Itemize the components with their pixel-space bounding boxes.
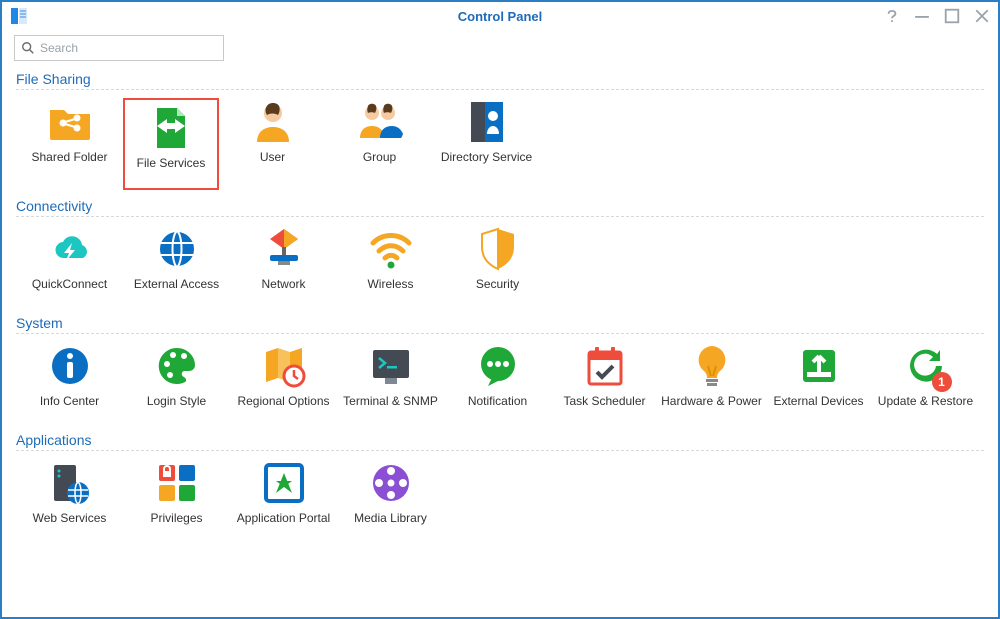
item-label: Shared Folder — [31, 150, 107, 180]
search-input[interactable] — [40, 41, 217, 55]
item-task-scheduler[interactable]: Task Scheduler — [551, 342, 658, 424]
item-label: Application Portal — [237, 511, 330, 541]
item-label: Login Style — [147, 394, 206, 424]
item-label: Hardware & Power — [661, 394, 762, 424]
control-panel-body: File Sharing Shared Folder File Services… — [2, 61, 998, 617]
connectivity-grid: QuickConnect External Access Network Wir… — [16, 219, 984, 307]
item-label: Notification — [468, 394, 527, 424]
item-terminal-snmp[interactable]: Terminal & SNMP — [337, 342, 444, 424]
film-reel-icon — [367, 459, 415, 507]
section-header-applications: Applications — [16, 432, 984, 451]
item-label: Update & Restore — [878, 394, 973, 424]
item-quickconnect[interactable]: QuickConnect — [16, 225, 123, 307]
wifi-icon — [367, 225, 415, 273]
item-media-library[interactable]: Media Library — [337, 459, 444, 541]
close-icon[interactable] — [974, 8, 990, 24]
item-label: User — [260, 150, 285, 180]
item-network[interactable]: Network — [230, 225, 337, 307]
item-notification[interactable]: Notification — [444, 342, 551, 424]
lightbulb-icon — [688, 342, 736, 390]
item-hardware-power[interactable]: Hardware & Power — [658, 342, 765, 424]
map-clock-icon — [260, 342, 308, 390]
item-file-services[interactable]: File Services — [123, 98, 219, 190]
applications-grid: Web Services Privileges Application Port… — [16, 453, 984, 541]
control-panel-window: Control Panel File Sharing Shared Folder… — [0, 0, 1000, 619]
system-grid: Info Center Login Style Regional Options… — [16, 336, 984, 424]
item-label: Privileges — [150, 511, 202, 541]
title-bar: Control Panel — [2, 2, 998, 30]
palette-icon — [153, 342, 201, 390]
item-label: Regional Options — [237, 394, 329, 424]
item-label: Directory Service — [441, 150, 532, 180]
group-icon — [356, 98, 404, 146]
file-sharing-grid: Shared Folder File Services User Group D… — [16, 92, 984, 190]
privileges-icon — [153, 459, 201, 507]
help-icon[interactable] — [884, 8, 900, 24]
maximize-icon[interactable] — [944, 8, 960, 24]
network-icon — [260, 225, 308, 273]
item-login-style[interactable]: Login Style — [123, 342, 230, 424]
item-shared-folder[interactable]: Shared Folder — [16, 98, 123, 190]
item-user[interactable]: User — [219, 98, 326, 190]
section-header-connectivity: Connectivity — [16, 198, 984, 217]
badge-count: 1 — [932, 372, 952, 392]
app-icon — [10, 7, 28, 25]
item-security[interactable]: Security — [444, 225, 551, 307]
chat-bubble-icon — [474, 342, 522, 390]
globe-icon — [153, 225, 201, 273]
item-wireless[interactable]: Wireless — [337, 225, 444, 307]
item-label: Media Library — [354, 511, 427, 541]
app-portal-icon — [260, 459, 308, 507]
item-directory-service[interactable]: Directory Service — [433, 98, 540, 190]
section-header-file-sharing: File Sharing — [16, 71, 984, 90]
item-label: Terminal & SNMP — [343, 394, 438, 424]
search-input-wrap[interactable] — [14, 35, 224, 61]
item-privileges[interactable]: Privileges — [123, 459, 230, 541]
file-services-icon — [147, 104, 195, 152]
item-info-center[interactable]: Info Center — [16, 342, 123, 424]
server-globe-icon — [46, 459, 94, 507]
item-web-services[interactable]: Web Services — [16, 459, 123, 541]
search-icon — [21, 41, 35, 55]
item-external-access[interactable]: External Access — [123, 225, 230, 307]
user-icon — [249, 98, 297, 146]
folder-share-icon — [46, 98, 94, 146]
item-label: Task Scheduler — [563, 394, 645, 424]
item-group[interactable]: Group — [326, 98, 433, 190]
shield-icon — [474, 225, 522, 273]
item-label: File Services — [137, 156, 206, 186]
item-external-devices[interactable]: External Devices — [765, 342, 872, 424]
info-icon — [46, 342, 94, 390]
item-label: External Devices — [773, 394, 863, 424]
section-header-system: System — [16, 315, 984, 334]
item-label: External Access — [134, 277, 219, 307]
item-label: Network — [261, 277, 305, 307]
item-label: Group — [363, 150, 396, 180]
terminal-icon — [367, 342, 415, 390]
minimize-icon[interactable] — [914, 8, 930, 24]
item-update-restore[interactable]: 1 Update & Restore — [872, 342, 979, 424]
item-label: Web Services — [33, 511, 107, 541]
external-drive-icon — [795, 342, 843, 390]
item-label: Wireless — [367, 277, 413, 307]
cloud-bolt-icon — [46, 225, 94, 273]
item-label: QuickConnect — [32, 277, 107, 307]
window-title: Control Panel — [2, 9, 998, 24]
refresh-badge-icon: 1 — [902, 342, 950, 390]
item-label: Security — [476, 277, 519, 307]
item-label: Info Center — [40, 394, 99, 424]
directory-service-icon — [463, 98, 511, 146]
item-application-portal[interactable]: Application Portal — [230, 459, 337, 541]
calendar-check-icon — [581, 342, 629, 390]
item-regional-options[interactable]: Regional Options — [230, 342, 337, 424]
